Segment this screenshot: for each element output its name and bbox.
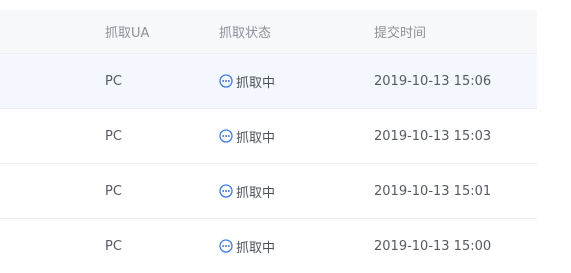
table-row[interactable]: PC 抓取中 2019-10-13 15:06 — [0, 54, 537, 109]
ellipsis-circle-icon — [219, 239, 233, 253]
ellipsis-circle-icon — [219, 184, 233, 198]
header-time: 提交时间 — [374, 26, 427, 41]
cell-ua: PC — [105, 183, 122, 199]
cell-status: 抓取中 — [219, 219, 275, 273]
status-label: 抓取中 — [236, 185, 276, 201]
cell-time: 2019-10-13 15:00 — [374, 238, 492, 254]
ellipsis-circle-icon — [219, 129, 233, 143]
status-label: 抓取中 — [236, 130, 276, 146]
table-row[interactable]: PC 抓取中 2019-10-13 15:03 — [0, 109, 537, 164]
cell-status: 抓取中 — [219, 54, 275, 108]
status-label: 抓取中 — [236, 75, 276, 91]
cell-time: 2019-10-13 15:03 — [374, 128, 492, 144]
header-status: 抓取状态 — [219, 26, 272, 41]
cell-status: 抓取中 — [219, 164, 275, 218]
cell-time: 2019-10-13 15:01 — [374, 183, 492, 199]
table-header: 抓取UA 抓取状态 提交时间 — [0, 10, 537, 54]
ellipsis-circle-icon — [219, 74, 233, 88]
cell-ua: PC — [105, 73, 122, 89]
cell-time: 2019-10-13 15:06 — [374, 73, 492, 89]
cell-ua: PC — [105, 128, 122, 144]
crawl-records-table: 抓取UA 抓取状态 提交时间 PC 抓取中 2019-10-13 15:06 P… — [0, 10, 537, 273]
table-row[interactable]: PC 抓取中 2019-10-13 15:01 — [0, 164, 537, 219]
table-row[interactable]: PC 抓取中 2019-10-13 15:00 — [0, 219, 537, 273]
header-ua: 抓取UA — [105, 26, 150, 41]
status-label: 抓取中 — [236, 240, 276, 256]
cell-ua: PC — [105, 238, 122, 254]
cell-status: 抓取中 — [219, 109, 275, 163]
